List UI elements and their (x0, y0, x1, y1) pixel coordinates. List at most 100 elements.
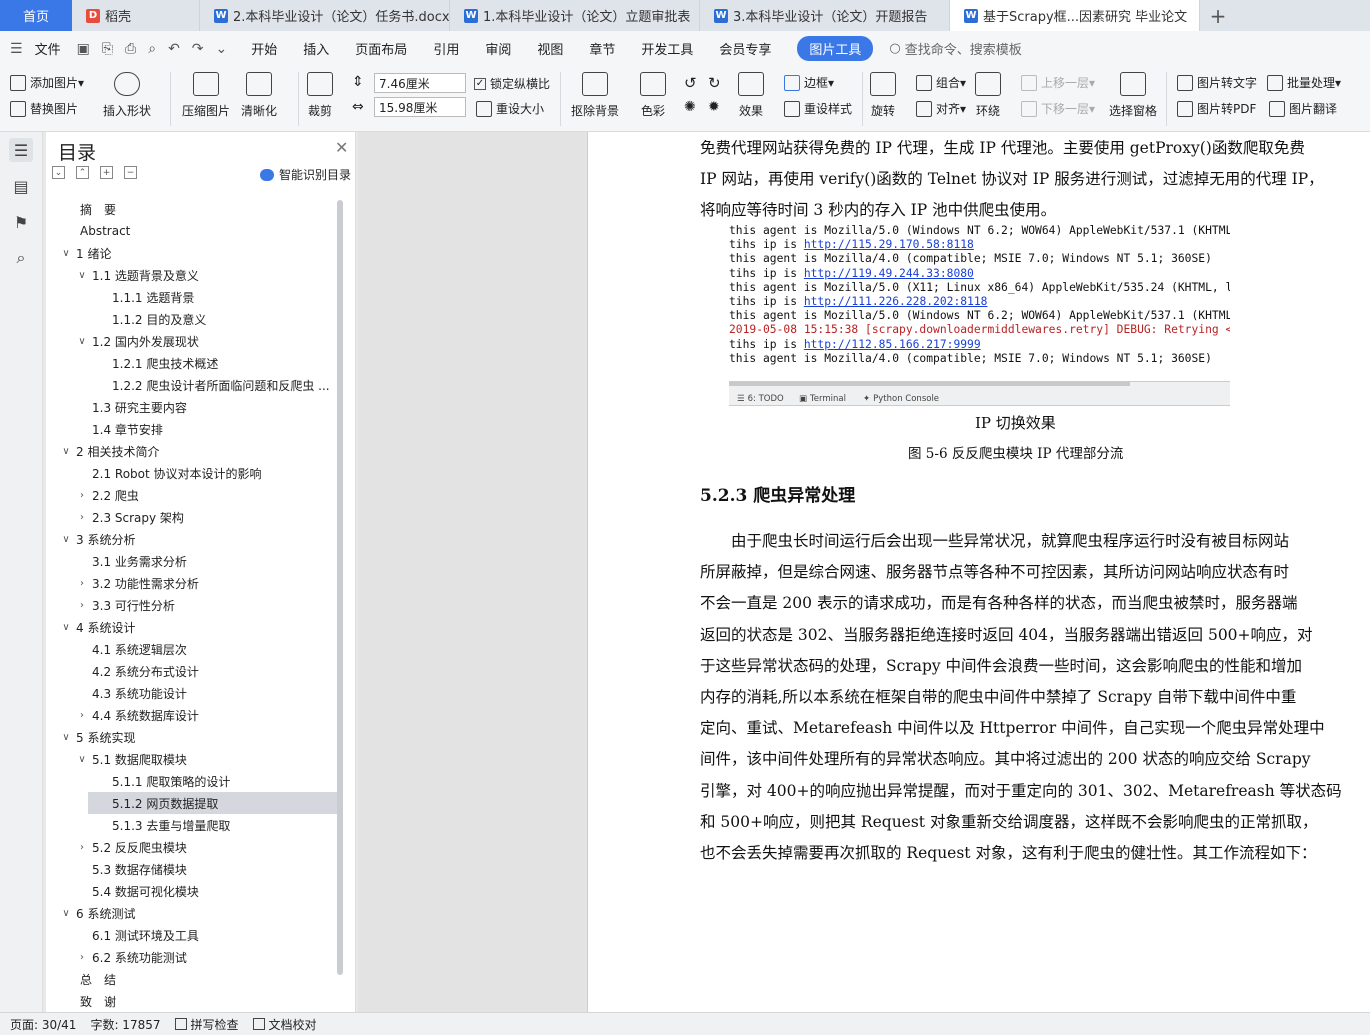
menu-view[interactable]: 视图 (537, 39, 563, 58)
tab-doc-approval[interactable]: W 1.本科毕业设计（论文）立题审批表 (450, 0, 700, 31)
remove-heading-icon[interactable]: − (124, 166, 137, 179)
effects-button[interactable]: 效果 (738, 72, 764, 119)
bookmark-icon[interactable]: ⚑ (9, 210, 33, 234)
menu-file[interactable]: 文件 (35, 39, 61, 58)
rotate-right-icon[interactable]: ↻ (708, 74, 721, 92)
spell-check-button[interactable]: 拼写检查 (174, 1016, 239, 1033)
menu-reference[interactable]: 引用 (433, 39, 459, 58)
command-search[interactable]: ○ 查找命令、搜索模板 (889, 39, 1021, 58)
export-icon[interactable]: ⎘ (102, 41, 113, 57)
undo-icon[interactable]: ↶ (168, 41, 180, 57)
menu-layout[interactable]: 页面布局 (355, 39, 407, 58)
contrast-icon[interactable]: ✹ (708, 99, 720, 115)
page-indicator[interactable]: 页面: 30/41 (10, 1016, 76, 1033)
image-translate-button[interactable]: 图片翻译 (1269, 100, 1337, 117)
new-tab-button[interactable]: + (1200, 0, 1236, 31)
wrap-button[interactable]: 环绕 (975, 72, 1001, 119)
toc-item[interactable]: 4.2 系统分布式设计 (76, 660, 199, 682)
tab-doc-task[interactable]: W 2.本科毕业设计（论文）任务书.docx (200, 0, 450, 31)
align-button[interactable]: 对齐 ▾ (916, 100, 966, 117)
toc-item[interactable]: ∨ 1.2 国内外发展现状 (76, 330, 199, 352)
remove-background-button[interactable]: 抠除背景 (571, 72, 619, 119)
chevron-down-icon[interactable]: ∨ (60, 248, 72, 259)
chevron-right-icon[interactable]: › (76, 490, 88, 501)
chevron-down-icon[interactable]: ∨ (60, 908, 72, 919)
chevron-down-icon[interactable]: ∨ (76, 754, 88, 765)
toc-item[interactable]: 5.3 数据存储模块 (76, 858, 187, 880)
more-icon[interactable]: ⌄ (216, 41, 228, 57)
proofread-button[interactable]: 文档校对 (252, 1016, 317, 1033)
chevron-right-icon[interactable]: › (76, 952, 88, 963)
save-icon[interactable]: ▣ (77, 41, 90, 57)
menu-start[interactable]: 开始 (251, 39, 277, 58)
menu-devtools[interactable]: 开发工具 (641, 39, 693, 58)
print-preview-icon[interactable]: ⌕ (148, 41, 156, 57)
batch-process-button[interactable]: 批量处理 ▾ (1267, 74, 1341, 91)
toc-item[interactable]: ∨ 5 系统实现 (60, 726, 135, 748)
toc-item[interactable]: ∨ 3 系统分析 (60, 528, 135, 550)
toc-item[interactable]: ∨ 1.1 选题背景及意义 (76, 264, 199, 286)
toc-item[interactable]: › 5.2 反反爬虫模块 (76, 836, 187, 858)
add-heading-icon[interactable]: + (100, 166, 113, 179)
chevron-down-icon[interactable]: ∨ (76, 270, 88, 281)
chevron-down-icon[interactable]: ∨ (60, 446, 72, 457)
nav-pane-icon[interactable]: ▤ (9, 174, 33, 198)
toc-item[interactable]: ∨ 6 系统测试 (60, 902, 135, 924)
reset-style-button[interactable]: 重设样式 (784, 100, 852, 117)
find-icon[interactable]: ⌕ (9, 246, 33, 270)
toc-scrollbar[interactable] (337, 200, 343, 975)
toc-item[interactable]: 3.1 业务需求分析 (76, 550, 187, 572)
menu-picture-tools[interactable]: 图片工具 (797, 36, 874, 61)
toc-item[interactable]: 5.4 数据可视化模块 (76, 880, 199, 902)
toc-item[interactable]: 4.1 系统逻辑层次 (76, 638, 187, 660)
toc-item[interactable]: 1.3 研究主要内容 (76, 396, 187, 418)
word-count[interactable]: 字数: 17857 (90, 1016, 160, 1033)
tab-doc-thesis[interactable]: W 基于Scrapy框...因素研究 毕业论文 (950, 0, 1200, 31)
clarify-button[interactable]: 清晰化 (241, 72, 277, 119)
menu-chapter[interactable]: 章节 (589, 39, 615, 58)
toc-item[interactable]: › 6.2 系统功能测试 (76, 946, 187, 968)
toc-item[interactable]: ∨ 2 相关技术简介 (60, 440, 159, 462)
toc-item[interactable]: ∨ 1 绪论 (60, 242, 111, 264)
close-icon[interactable]: ✕ (335, 138, 348, 157)
image-to-pdf-button[interactable]: 图片转PDF (1177, 100, 1256, 117)
toc-item[interactable]: 4.3 系统功能设计 (76, 682, 187, 704)
height-input[interactable]: 7.46厘米 (374, 73, 466, 93)
toc-item[interactable]: 1.4 章节安排 (76, 418, 163, 440)
smart-toc-button[interactable]: 智能识别目录 (260, 166, 351, 183)
menu-review[interactable]: 审阅 (485, 39, 511, 58)
expand-all-icon[interactable]: ⌃ (76, 166, 89, 179)
chevron-right-icon[interactable]: › (76, 600, 88, 611)
width-input[interactable]: 15.98厘米 (374, 97, 466, 117)
toc-item[interactable]: 摘 要 (76, 198, 116, 220)
toc-item[interactable]: 5.1.2 网页数据提取 (88, 792, 338, 814)
chevron-right-icon[interactable]: › (76, 512, 88, 523)
toc-item[interactable]: › 3.3 可行性分析 (76, 594, 175, 616)
border-button[interactable]: 边框 ▾ (784, 74, 834, 91)
selection-pane-button[interactable]: 选择窗格 (1109, 72, 1157, 119)
menu-member[interactable]: 会员专享 (719, 39, 771, 58)
chevron-right-icon[interactable]: › (76, 578, 88, 589)
toc-panel-icon[interactable]: ☰ (9, 138, 33, 162)
bring-forward-button[interactable]: 上移一层 ▾ (1021, 74, 1095, 91)
lock-ratio-checkbox[interactable]: ✓ 锁定纵横比 (474, 75, 550, 92)
chevron-right-icon[interactable]: › (76, 842, 88, 853)
toc-item[interactable]: › 2.3 Scrapy 架构 (76, 506, 184, 528)
toc-item[interactable]: ∨ 4 系统设计 (60, 616, 135, 638)
chevron-right-icon[interactable]: › (76, 710, 88, 721)
toc-item[interactable]: 1.2.1 爬虫技术概述 (88, 352, 338, 374)
toc-item[interactable]: 1.1.1 选题背景 (88, 286, 338, 308)
toc-item[interactable]: › 2.2 爬虫 (76, 484, 139, 506)
crop-button[interactable]: 裁剪 (307, 72, 333, 119)
chevron-down-icon[interactable]: ∨ (60, 732, 72, 743)
toc-item[interactable]: 1.1.2 目的及意义 (88, 308, 338, 330)
send-backward-button[interactable]: 下移一层 ▾ (1021, 100, 1095, 117)
add-image-button[interactable]: 添加图片 ▾ (10, 74, 84, 91)
toc-item[interactable]: 致 谢 (76, 990, 116, 1012)
group-button[interactable]: 组合 ▾ (916, 74, 966, 91)
print-icon[interactable]: ⎙ (125, 41, 136, 57)
chevron-down-icon[interactable]: ∨ (60, 534, 72, 545)
collapse-all-icon[interactable]: ⌄ (52, 166, 65, 179)
reset-size-button[interactable]: 重设大小 (476, 100, 544, 117)
tab-daoke[interactable]: D 稻壳 (72, 0, 200, 31)
